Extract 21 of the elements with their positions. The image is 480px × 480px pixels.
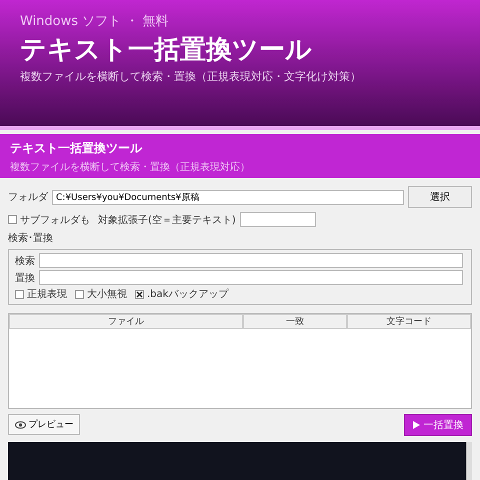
checkbox-label: .bakバックアップ xyxy=(147,288,228,301)
extension-label: 対象拡張子(空＝主要テキスト) xyxy=(98,214,236,226)
section-label: 検索･置換 xyxy=(8,232,54,245)
folder-field[interactable]: C:¥Users¥you¥Documents¥原稿 xyxy=(52,190,404,204)
app-subtitle: 複数ファイルを横断して検索・置換（正規表現対応） xyxy=(10,160,250,174)
select-button[interactable]: 選択 xyxy=(408,186,472,208)
field-label: 検索 xyxy=(15,254,35,268)
folder-label: フォルダ xyxy=(8,191,48,204)
field-label: 置換 xyxy=(15,272,35,284)
column-header[interactable]: ファイル xyxy=(9,314,243,329)
checkbox-label: 大小無視 xyxy=(87,288,127,301)
app-title: テキスト一括置換ツール xyxy=(10,140,142,157)
column-header[interactable]: 文字コード xyxy=(347,314,471,329)
checkbox-label: 正規表現 xyxy=(27,288,67,301)
preview-button[interactable]: プレビュー xyxy=(8,414,80,435)
banner-subtitle: 複数ファイルを横断して検索・置換（正規表現対応・文字化け対策） xyxy=(20,69,361,84)
banner-title: テキスト一括置換ツール xyxy=(20,34,312,67)
column-header[interactable]: 一致 xyxy=(243,314,347,329)
replace-all-button[interactable]: 一括置換 xyxy=(404,414,472,436)
banner-eyebrow: Windows ソフト ・ 無料 xyxy=(20,13,168,30)
checkbox-label: サブフォルダも xyxy=(20,214,90,226)
